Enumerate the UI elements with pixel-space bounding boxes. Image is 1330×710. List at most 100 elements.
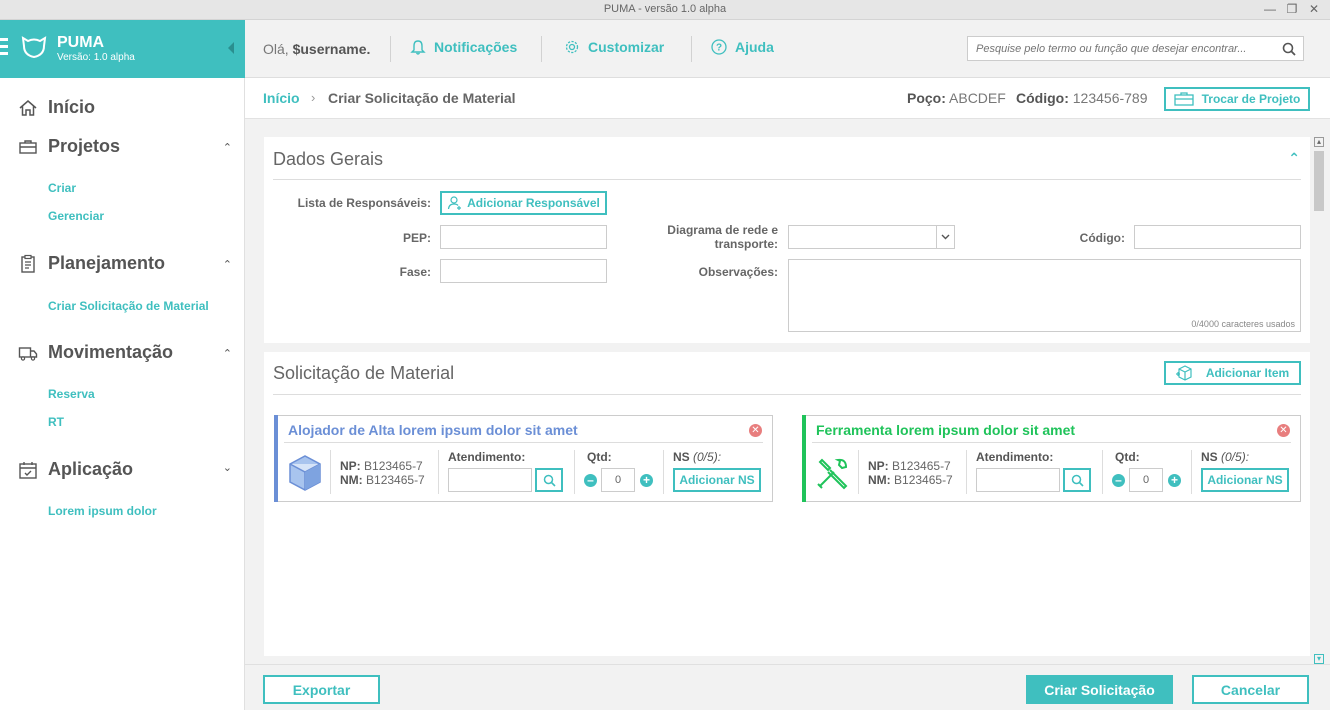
- vertical-scrollbar[interactable]: ▴ ▾: [1312, 137, 1326, 664]
- search-icon: [543, 474, 556, 487]
- increment-button[interactable]: +: [1168, 474, 1181, 487]
- customize-link[interactable]: Customizar: [564, 39, 664, 55]
- sidebar-subitem-rt[interactable]: RT: [48, 415, 64, 429]
- scroll-down-icon[interactable]: ▾: [1314, 654, 1324, 664]
- divider: [541, 36, 542, 62]
- collapse-sidebar-icon[interactable]: [228, 42, 234, 54]
- export-button[interactable]: Exportar: [263, 675, 380, 704]
- pep-field[interactable]: [440, 225, 607, 249]
- restore-icon[interactable]: ❐: [1286, 2, 1298, 16]
- sidebar-subitem-criar[interactable]: Criar: [48, 181, 76, 195]
- username: $username.: [292, 41, 371, 57]
- remove-item-icon[interactable]: ✕: [1277, 424, 1290, 437]
- atendimento-label: Atendimento:: [976, 450, 1054, 464]
- breadcrumb-home[interactable]: Início: [263, 90, 300, 106]
- sidebar-item-movement[interactable]: Movimentação: [18, 342, 173, 363]
- sidebar-subitem-gerenciar[interactable]: Gerenciar: [48, 209, 104, 223]
- chevron-right-icon: ›: [311, 90, 316, 105]
- sidebar-item-label: Projetos: [48, 136, 121, 156]
- divider: [1191, 450, 1192, 494]
- notifications-link[interactable]: Notificações: [410, 39, 517, 55]
- search-input[interactable]: [968, 37, 1275, 60]
- codigo-field[interactable]: [1134, 225, 1301, 249]
- sidebar-subitem-lorem[interactable]: Lorem ipsum dolor: [48, 504, 157, 518]
- sidebar-subitem-criar-solicitacao[interactable]: Criar Solicitação de Material: [48, 299, 209, 313]
- qtd-label: Qtd:: [1115, 450, 1140, 464]
- divider: [812, 442, 1291, 443]
- poco-info: Poço: ABCDEF: [907, 90, 1006, 106]
- quantity-input[interactable]: 0: [601, 468, 635, 492]
- ns-label: NS (0/5):: [1201, 450, 1249, 464]
- customize-label: Customizar: [588, 39, 665, 55]
- codigo-field-label: Código:: [1079, 231, 1125, 245]
- sidebar-item-label: Aplicação: [48, 459, 134, 479]
- atendimento-search-button[interactable]: [535, 468, 563, 492]
- chevron-up-icon[interactable]: ⌃: [1288, 150, 1300, 167]
- clipboard-icon: [18, 254, 38, 274]
- sidebar-item-planning[interactable]: Planejamento: [18, 253, 165, 274]
- divider: [273, 179, 1301, 180]
- add-ns-button[interactable]: Adicionar NS: [673, 468, 761, 492]
- divider: [438, 450, 439, 494]
- search-icon: [1071, 474, 1084, 487]
- codigo-info: Código: 123456-789: [1016, 90, 1148, 106]
- np-value: B123465-7: [364, 459, 423, 473]
- box-icon: [288, 455, 322, 491]
- poco-label: Poço:: [907, 90, 946, 106]
- chevron-up-icon[interactable]: ⌃: [223, 347, 232, 360]
- briefcase-icon: [18, 137, 38, 157]
- atendimento-input[interactable]: [448, 468, 532, 492]
- sidebar-item-application[interactable]: Aplicação: [18, 459, 133, 480]
- increment-button[interactable]: +: [640, 474, 653, 487]
- fase-field[interactable]: [440, 259, 607, 283]
- observacoes-field[interactable]: 0/4000 caracteres usados: [788, 259, 1301, 332]
- ns-label: NS (0/5):: [673, 450, 721, 464]
- codigo-value: 123456-789: [1072, 90, 1148, 106]
- sidebar-item-label: Movimentação: [48, 342, 174, 362]
- help-link[interactable]: ? Ajuda: [711, 39, 774, 55]
- atendimento-input[interactable]: [976, 468, 1060, 492]
- search-icon[interactable]: [1275, 42, 1303, 56]
- cancel-button[interactable]: Cancelar: [1192, 675, 1309, 704]
- add-responsavel-button[interactable]: Adicionar Responsável: [440, 191, 607, 215]
- brand-name: PUMA: [57, 34, 105, 51]
- greeting-prefix: Olá,: [263, 41, 289, 57]
- responsaveis-label: Lista de Responsáveis:: [297, 196, 431, 210]
- truck-icon: [18, 343, 38, 363]
- chevron-down-icon[interactable]: [936, 226, 954, 248]
- switch-project-label: Trocar de Projeto: [1201, 92, 1301, 106]
- divider: [284, 442, 763, 443]
- atendimento-search-button[interactable]: [1063, 468, 1091, 492]
- chevron-up-icon[interactable]: ⌃: [223, 258, 232, 271]
- scroll-up-icon[interactable]: ▴: [1314, 137, 1324, 147]
- minimize-icon[interactable]: —: [1264, 2, 1276, 16]
- menu-icon[interactable]: [0, 38, 8, 59]
- help-icon: ?: [711, 39, 727, 55]
- divider: [691, 36, 692, 62]
- ns-label-text: NS: [1201, 450, 1218, 464]
- decrement-button[interactable]: –: [584, 474, 597, 487]
- sidebar-subitem-reserva[interactable]: Reserva: [48, 387, 95, 401]
- create-request-button[interactable]: Criar Solicitação: [1026, 675, 1173, 704]
- chevron-up-icon[interactable]: ⌃: [223, 141, 232, 154]
- add-item-button[interactable]: Adicionar Item: [1164, 361, 1301, 385]
- add-ns-button[interactable]: Adicionar NS: [1201, 468, 1289, 492]
- item-title: Alojador de Alta lorem ipsum dolor sit a…: [288, 422, 578, 438]
- diagrama-select[interactable]: [788, 225, 955, 249]
- divider: [858, 450, 859, 494]
- sidebar-item-home[interactable]: Início: [18, 97, 95, 118]
- decrement-button[interactable]: –: [1112, 474, 1125, 487]
- item-color-bar: [802, 415, 806, 502]
- briefcase-icon: [1173, 92, 1194, 106]
- switch-project-button[interactable]: Trocar de Projeto: [1164, 87, 1310, 111]
- close-icon[interactable]: ✕: [1308, 2, 1320, 16]
- qtd-label: Qtd:: [587, 450, 612, 464]
- scrollbar-thumb[interactable]: [1314, 151, 1324, 211]
- window-controls: — ❐ ✕: [1264, 2, 1320, 16]
- diagrama-label-line2: transporte:: [714, 237, 778, 251]
- sidebar-item-projects[interactable]: Projetos: [18, 136, 120, 157]
- search-box: [967, 36, 1304, 61]
- quantity-input[interactable]: 0: [1129, 468, 1163, 492]
- remove-item-icon[interactable]: ✕: [749, 424, 762, 437]
- chevron-down-icon[interactable]: ⌄: [223, 461, 232, 474]
